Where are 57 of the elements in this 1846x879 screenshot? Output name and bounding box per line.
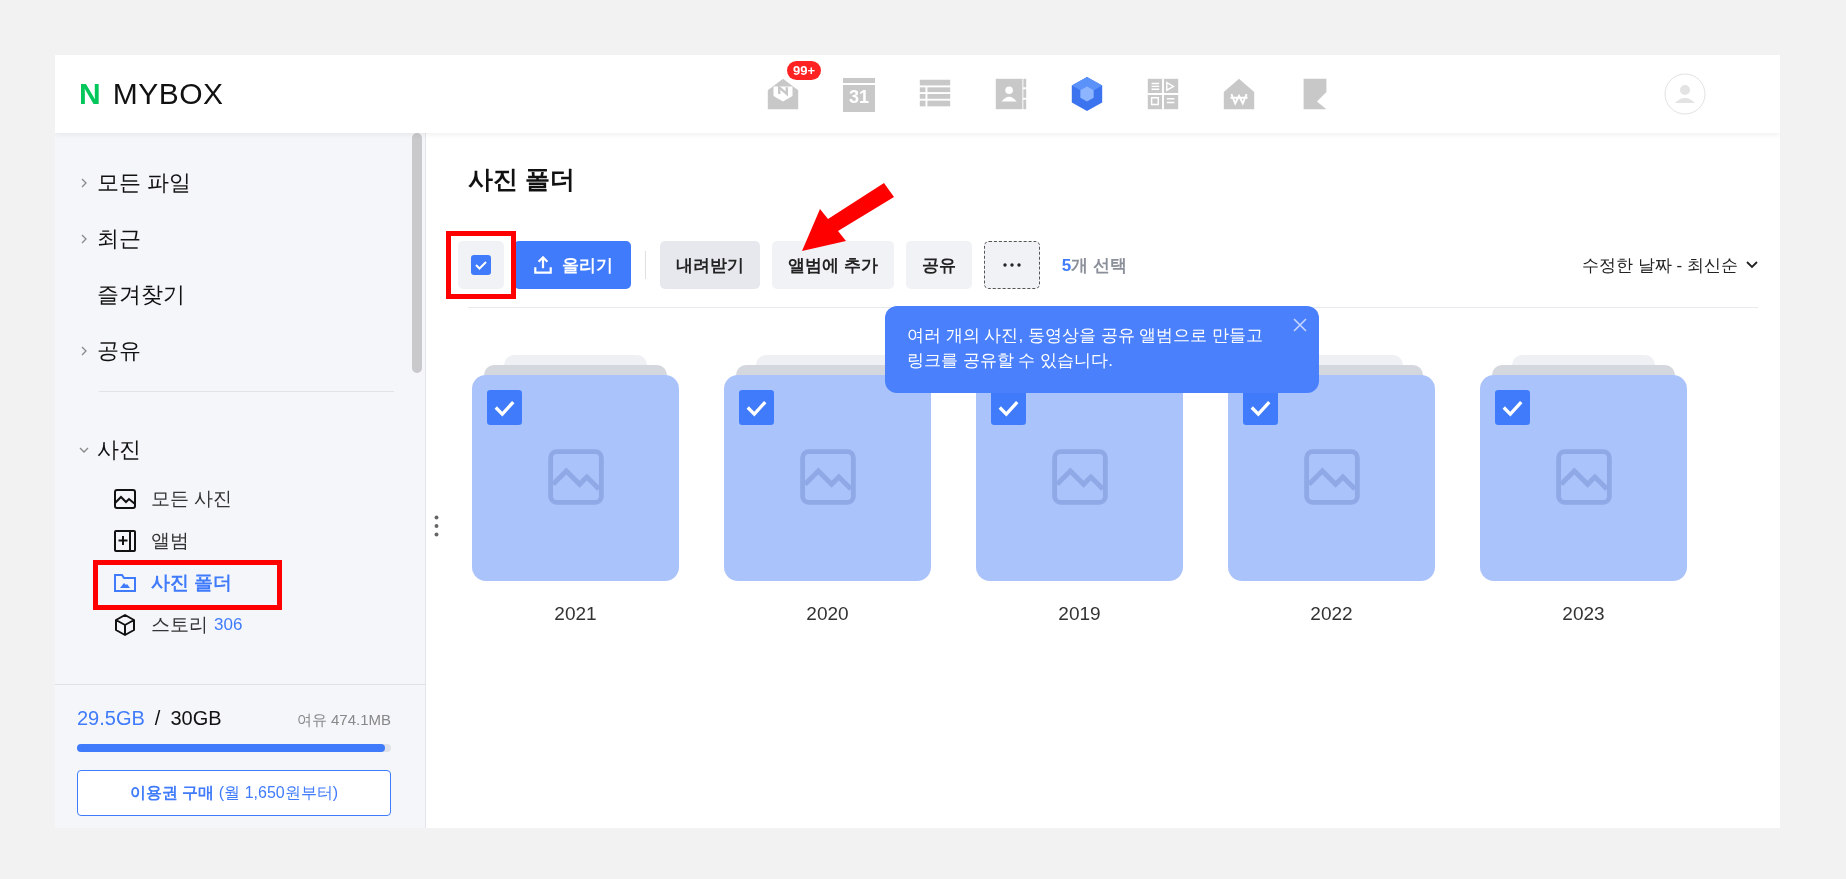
- nav-subitem[interactable]: 스토리 306: [113, 604, 243, 646]
- nav-subitem[interactable]: 앨범: [113, 520, 189, 562]
- image-placeholder-icon: [1303, 448, 1361, 506]
- check-icon: [471, 255, 491, 275]
- folder-image-icon: [113, 571, 137, 595]
- storage-free: 여유 474.1MB: [296, 711, 391, 730]
- storage-separator: /: [154, 707, 161, 730]
- chevron-icon: [1746, 261, 1758, 269]
- page-title: 사진 폴더: [468, 164, 576, 195]
- storage-total: 30GB: [170, 707, 222, 730]
- logo-text: MYBOX: [112, 77, 224, 111]
- image-icon: [113, 487, 137, 511]
- folder-card[interactable]: [1480, 355, 1687, 581]
- more-button[interactable]: [983, 241, 1040, 289]
- folder-name: 2021: [554, 603, 597, 625]
- checked-checkbox[interactable]: [487, 390, 522, 425]
- folder-card[interactable]: [1228, 355, 1435, 581]
- selection-count: 5개 선택: [1061, 254, 1127, 277]
- more-icon: [1002, 263, 1021, 267]
- nav-subitem[interactable]: 모든 사진: [113, 478, 233, 520]
- resize-handle-icon[interactable]: [434, 515, 439, 537]
- nav-section[interactable]: 사진: [79, 422, 141, 478]
- image-placeholder-icon: [547, 448, 605, 506]
- folder-name: 2023: [1562, 603, 1605, 625]
- toolbar-button[interactable]: 앨범에 추가: [772, 241, 894, 289]
- image-placeholder-icon: [1555, 448, 1613, 506]
- purchase-button[interactable]: 이용권 구매 (월 1,650원부터): [77, 770, 391, 816]
- upload-button[interactable]: 올리기: [514, 241, 631, 289]
- notification-badge: 99+: [787, 61, 822, 80]
- select-all-checkbox[interactable]: [458, 241, 504, 289]
- close-icon[interactable]: [1293, 318, 1307, 332]
- folder-name: 2020: [806, 603, 849, 625]
- nav-item[interactable]: 공유: [79, 323, 141, 379]
- image-placeholder-icon: [1051, 448, 1109, 506]
- upload-icon: [532, 254, 554, 276]
- tooltip-text: 여러 개의 사진, 동영상을 공유 앨범으로 만들고 링크를 공유할 수 있습니다.: [907, 325, 1264, 372]
- folder-card[interactable]: [472, 355, 679, 581]
- scrollbar[interactable]: [412, 133, 422, 373]
- chevron-icon: [79, 178, 89, 188]
- chevron-icon: [79, 234, 89, 244]
- image-placeholder-icon: [799, 448, 857, 506]
- nav-item[interactable]: 최근: [79, 211, 141, 267]
- folder-name: 2019: [1058, 603, 1101, 625]
- folder-name: 2022: [1310, 603, 1353, 625]
- storage-used: 29.5GB: [77, 707, 145, 730]
- logo-mark: N: [79, 77, 101, 111]
- cube-outline-icon: [113, 613, 137, 637]
- checked-checkbox[interactable]: [1495, 390, 1530, 425]
- checked-checkbox[interactable]: [739, 390, 774, 425]
- nav-item[interactable]: 즐겨찾기: [79, 267, 185, 323]
- toolbar-button[interactable]: 공유: [905, 241, 972, 289]
- toolbar-button[interactable]: 내려받기: [660, 241, 760, 289]
- album-plus-icon: [113, 529, 137, 553]
- nav-subitem[interactable]: 사진 폴더: [113, 562, 233, 604]
- sort-dropdown[interactable]: 수정한 날짜 - 최신순: [1582, 253, 1758, 277]
- chevron-icon: [79, 346, 89, 356]
- nav-item[interactable]: 모든 파일: [79, 155, 192, 211]
